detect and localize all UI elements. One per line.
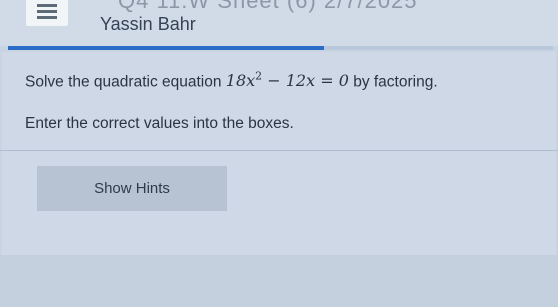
instruction-text: Enter the correct values into the boxes. bbox=[25, 115, 294, 132]
equation-variable: x bbox=[246, 71, 256, 91]
menu-button[interactable] bbox=[26, 0, 68, 26]
user-name: Yassin Bahr bbox=[100, 14, 196, 34]
question-suffix: by factoring. bbox=[348, 73, 438, 91]
hamburger-menu-icon bbox=[37, 4, 57, 7]
equation: 18x2 − 12x = 0 bbox=[225, 70, 349, 91]
top-bar: Q4 11.W Sheet (6) 2/7/2025 Yassin Bahr bbox=[0, 0, 558, 46]
show-hints-button[interactable]: Show Hints bbox=[37, 166, 227, 211]
assignment-title: Q4 11.W Sheet (6) 2/7/2025 bbox=[118, 0, 418, 13]
equation-coefficient: 18 bbox=[225, 71, 247, 91]
answer-area bbox=[0, 255, 558, 307]
divider bbox=[0, 150, 558, 151]
hamburger-menu-icon-bar bbox=[37, 10, 57, 13]
equation-rest: − 12x = 0 bbox=[262, 71, 349, 91]
progress-fill bbox=[8, 46, 325, 50]
hamburger-menu-icon-bar bbox=[37, 16, 57, 19]
question-text: Solve the quadratic equation 18x2 − 12x … bbox=[25, 70, 438, 91]
question-prefix: Solve the quadratic equation bbox=[25, 73, 226, 91]
progress-bar bbox=[8, 46, 553, 50]
